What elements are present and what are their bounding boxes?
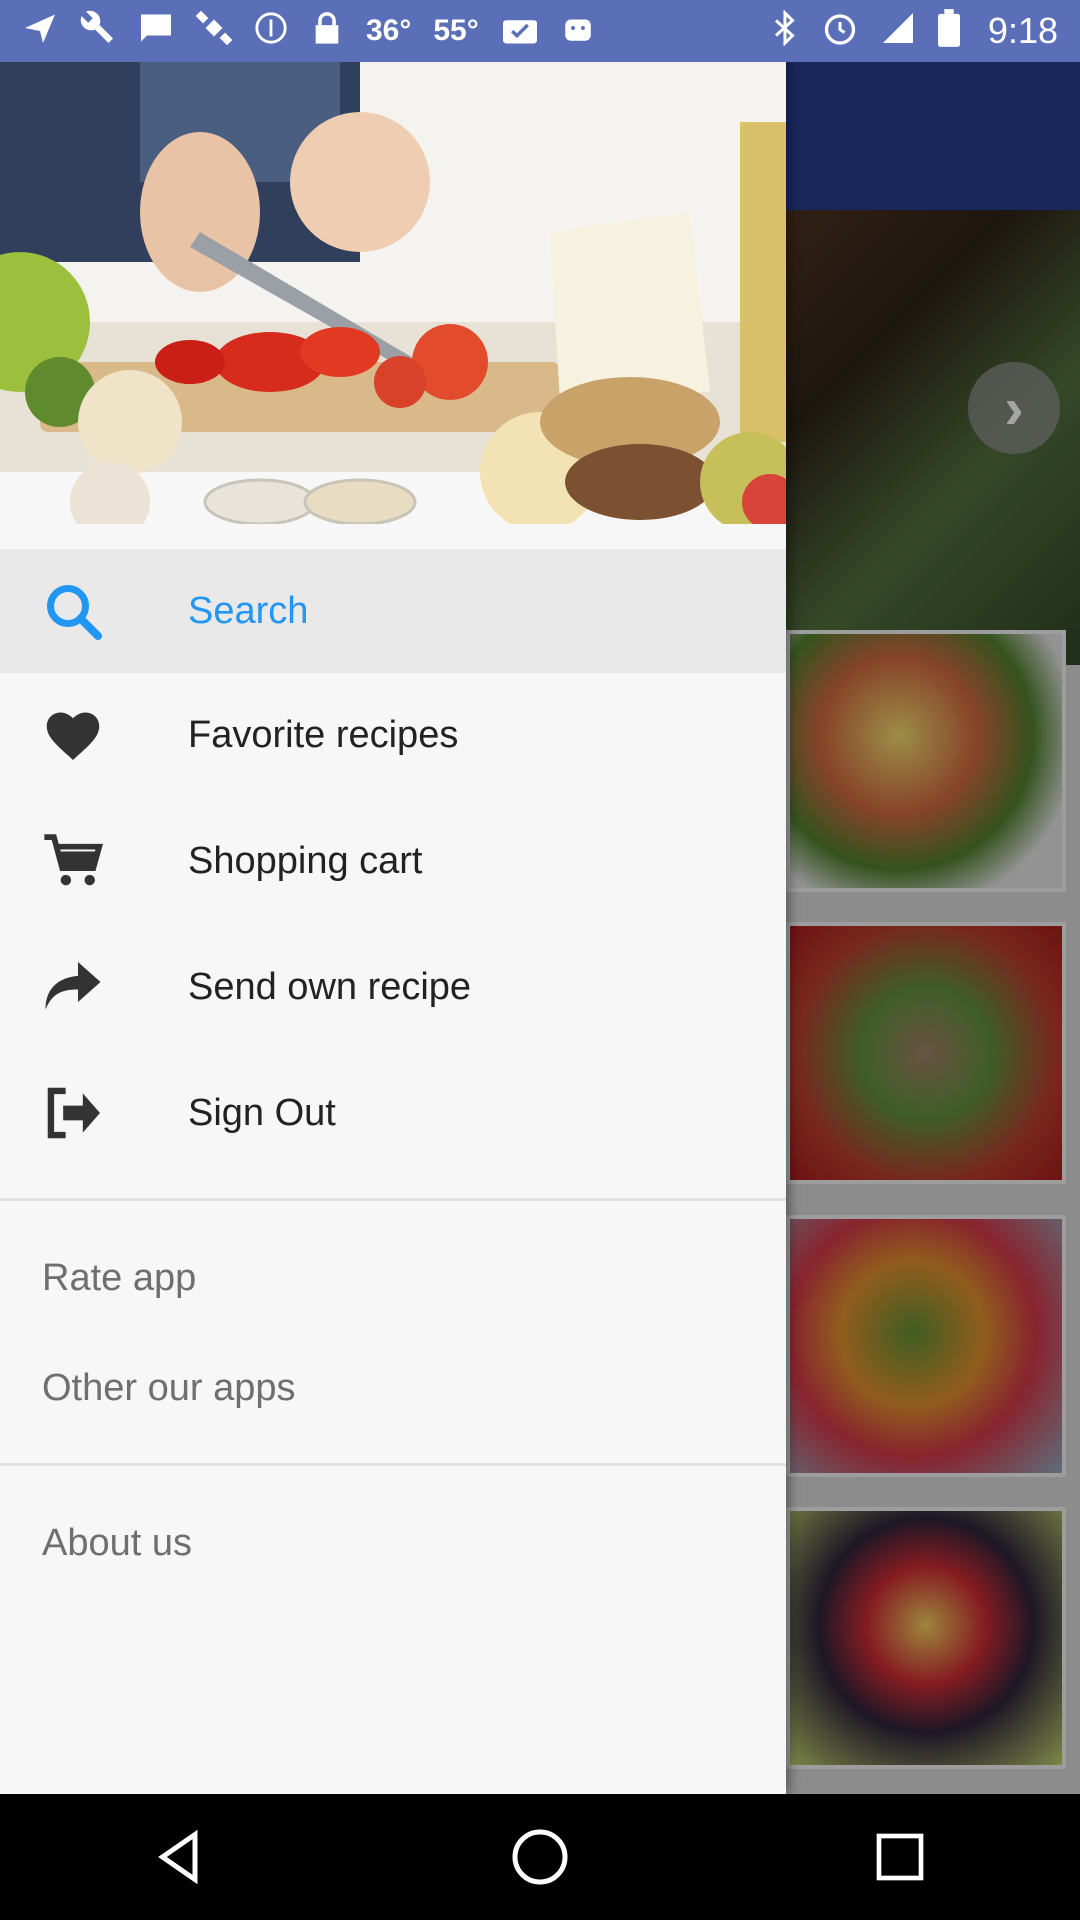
status-bar: 36° 55° 9:18 — [0, 0, 1080, 62]
status-left: 36° 55° — [22, 10, 595, 52]
menu-item-about-us[interactable]: About us — [0, 1488, 786, 1598]
message-icon — [138, 10, 174, 52]
menu-label: Sign Out — [188, 1091, 336, 1134]
sign-out-icon — [42, 1082, 104, 1144]
info-icon — [254, 11, 288, 51]
temperature-2: 55° — [433, 14, 479, 47]
menu-label: Other our apps — [42, 1366, 296, 1409]
drawer-header-image — [0, 62, 786, 524]
signal-icon — [880, 10, 916, 52]
menu-item-other-apps[interactable]: Other our apps — [0, 1333, 786, 1443]
menu-label: Send own recipe — [188, 965, 472, 1008]
share-arrow-icon — [42, 956, 104, 1018]
lock-icon — [310, 11, 344, 51]
clock: 9:18 — [987, 10, 1058, 51]
menu-label: Search — [188, 589, 309, 632]
menu-label: Rate app — [42, 1256, 197, 1299]
back-icon[interactable] — [120, 1797, 240, 1917]
divider — [0, 1463, 786, 1466]
recents-icon[interactable] — [840, 1797, 960, 1917]
menu-label: Shopping cart — [188, 839, 423, 882]
heart-icon — [42, 704, 104, 766]
temperature-1: 36° — [366, 14, 412, 47]
divider — [0, 1198, 786, 1201]
menu-item-sign-out[interactable]: Sign Out — [0, 1051, 786, 1175]
menu-item-favorite-recipes[interactable]: Favorite recipes — [0, 673, 786, 797]
cart-icon — [42, 830, 104, 892]
navigation-drawer: Search Favorite recipes Shopping cart Se… — [0, 62, 786, 1794]
menu-label: About us — [42, 1521, 192, 1564]
status-right: 9:18 — [770, 9, 1058, 53]
satellite-icon — [195, 10, 233, 52]
android-icon — [561, 11, 595, 51]
battery-icon — [937, 9, 960, 53]
wrench-icon — [80, 10, 116, 52]
menu-item-shopping-cart[interactable]: Shopping cart — [0, 799, 786, 923]
navigation-icon — [22, 10, 58, 52]
search-icon — [42, 580, 104, 642]
menu-item-send-own-recipe[interactable]: Send own recipe — [0, 925, 786, 1049]
navigation-bar — [0, 1794, 1080, 1920]
menu-item-search[interactable]: Search — [0, 549, 786, 673]
menu-item-rate-app[interactable]: Rate app — [0, 1223, 786, 1333]
bluetooth-icon — [770, 9, 800, 52]
alarm-icon — [822, 10, 858, 52]
photo-check-icon — [501, 11, 539, 51]
menu-label: Favorite recipes — [188, 713, 459, 756]
drawer-scrim[interactable] — [786, 62, 1080, 1794]
home-icon[interactable] — [480, 1797, 600, 1917]
